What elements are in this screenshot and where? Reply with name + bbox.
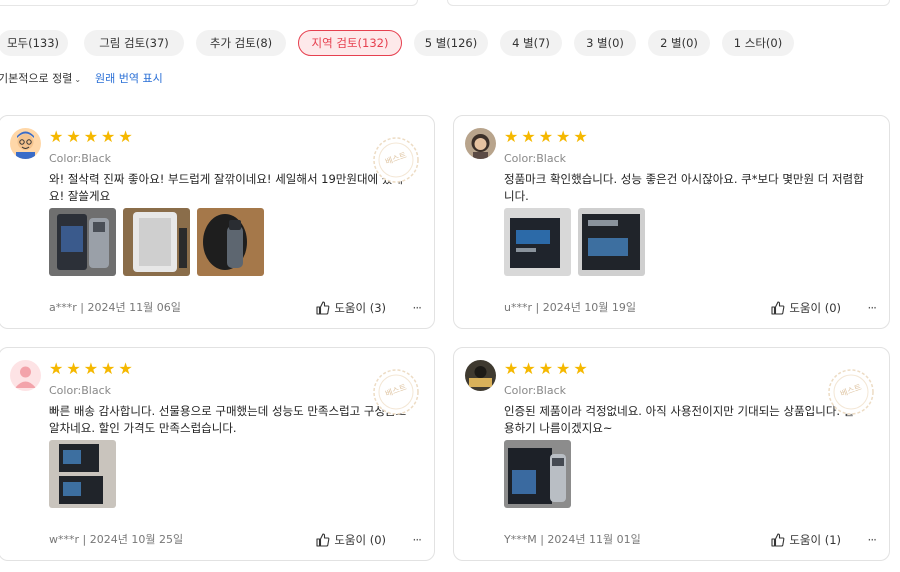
review-photos — [504, 440, 571, 508]
more-dots-icon[interactable]: ··· — [413, 301, 423, 315]
helpful-count: 도움이 (1) — [789, 533, 841, 547]
top-panels — [0, 0, 900, 8]
star-icon: ★ — [118, 359, 133, 378]
thumbs-up-icon — [771, 533, 785, 547]
more-dots-icon[interactable]: ··· — [413, 533, 423, 547]
thumbs-up-icon — [316, 301, 330, 315]
star-icon: ★ — [83, 127, 99, 146]
rating-stars: ★ ★ ★ ★ ★ — [49, 128, 133, 146]
review-text: 빠른 배송 감사합니다. 선물용으로 구매했는데 성능도 만족스럽고 구성품도 … — [49, 404, 407, 435]
product-variant: Color:Black — [49, 152, 111, 165]
helpful-count: 도움이 (3) — [334, 301, 386, 315]
top-panel-left — [0, 0, 418, 6]
review-meta: Y***M | 2024년 11월 01일 — [504, 533, 641, 546]
star-icon: ★ — [66, 127, 81, 146]
review-photos — [504, 208, 645, 276]
review-photos — [49, 440, 116, 508]
avatar — [10, 128, 41, 159]
review-card: ★ ★ ★ ★ ★ Color:Black 인증된 제품이라 걱정없네요. 아직… — [453, 347, 890, 561]
review-author: u***r — [504, 301, 532, 314]
helpful-button[interactable]: 도움이 (3) — [316, 300, 386, 316]
filter-additional-reviews[interactable]: 추가 검토(8) — [196, 30, 286, 56]
best-review-badge: 베스트 — [372, 368, 420, 416]
helpful-button[interactable]: 도움이 (0) — [771, 300, 841, 316]
filter-3-stars[interactable]: 3 별(0) — [574, 30, 636, 56]
review-text: 인증된 제품이라 걱정없네요. 아직 사용전이지만 기대되는 상품입니다. 활용… — [504, 404, 855, 435]
avatar — [465, 360, 496, 391]
star-icon: ★ — [521, 127, 536, 146]
review-photo[interactable] — [49, 208, 116, 276]
more-dots-icon[interactable]: ··· — [868, 533, 878, 547]
review-date: 2024년 11월 06일 — [87, 301, 181, 314]
star-icon: ★ — [538, 359, 554, 378]
star-icon: ★ — [66, 359, 81, 378]
review-text: 와! 절삭력 진짜 좋아요! 부드럽게 잘깎이네요! 세일해서 19만원대에 샀… — [49, 172, 403, 203]
review-photo[interactable] — [49, 440, 116, 508]
review-photo[interactable] — [578, 208, 645, 276]
review-date: 2024년 10월 19일 — [542, 301, 637, 314]
chevron-down-icon: ⌄ — [74, 75, 82, 84]
review-author: w***r — [49, 533, 80, 546]
review-date: 2024년 10월 25일 — [89, 533, 184, 546]
star-icon: ★ — [521, 359, 536, 378]
helpful-count: 도움이 (0) — [789, 301, 841, 315]
review-meta: w***r | 2024년 10월 25일 — [49, 533, 184, 546]
review-photo[interactable] — [123, 208, 190, 276]
helpful-button[interactable]: 도움이 (1) — [771, 532, 841, 548]
star-icon: ★ — [101, 127, 116, 146]
review-photo[interactable] — [504, 440, 571, 508]
review-photos — [49, 208, 264, 276]
more-dots-icon[interactable]: ··· — [868, 301, 878, 315]
review-photo[interactable] — [504, 208, 571, 276]
top-panel-right — [447, 0, 890, 6]
product-variant: Color:Black — [504, 152, 566, 165]
show-original-translation-link[interactable]: 원래 번역 표시 — [95, 70, 163, 86]
review-photo[interactable] — [197, 208, 264, 276]
thumbs-up-icon — [771, 301, 785, 315]
review-date: 2024년 11월 01일 — [547, 533, 641, 546]
review-card: ★ ★ ★ ★ ★ Color:Black 빠른 배송 감사합니다. 선물용으로… — [0, 347, 435, 561]
product-variant: Color:Black — [49, 384, 111, 397]
review-meta: u***r | 2024년 10월 19일 — [504, 301, 637, 314]
review-meta: a***r | 2024년 11월 06일 — [49, 301, 181, 314]
avatar — [10, 360, 41, 391]
helpful-count: 도움이 (0) — [334, 533, 386, 547]
filter-2-stars[interactable]: 2 별(0) — [648, 30, 710, 56]
filter-photo-reviews[interactable]: 그림 검토(37) — [84, 30, 184, 56]
best-review-badge: 베스트 — [827, 368, 875, 416]
star-icon: ★ — [538, 127, 554, 146]
avatar — [465, 128, 496, 159]
star-icon: ★ — [573, 359, 588, 378]
star-icon: ★ — [556, 359, 571, 378]
rating-stars: ★ ★ ★ ★ ★ — [49, 360, 133, 378]
review-card: ★ ★ ★ ★ ★ Color:Black 정품마크 확인했습니다. 성능 좋은… — [453, 115, 890, 329]
filter-5-stars[interactable]: 5 별(126) — [414, 30, 488, 56]
thumbs-up-icon — [316, 533, 330, 547]
product-variant: Color:Black — [504, 384, 566, 397]
review-author: Y***M — [504, 533, 537, 546]
sort-dropdown-label: 기본적으로 정렬 — [0, 72, 73, 85]
review-author: a***r — [49, 301, 77, 314]
star-icon: ★ — [49, 127, 64, 146]
sort-dropdown[interactable]: 기본적으로 정렬 ⌄ — [0, 70, 81, 86]
star-icon: ★ — [556, 127, 571, 146]
filter-local-reviews[interactable]: 지역 검토(132) — [298, 30, 402, 56]
rating-stars: ★ ★ ★ ★ ★ — [504, 360, 588, 378]
filter-1-star[interactable]: 1 스타(0) — [722, 30, 794, 56]
star-icon: ★ — [83, 359, 99, 378]
filter-4-stars[interactable]: 4 별(7) — [500, 30, 562, 56]
star-icon: ★ — [504, 127, 519, 146]
star-icon: ★ — [504, 359, 519, 378]
helpful-button[interactable]: 도움이 (0) — [316, 532, 386, 548]
rating-stars: ★ ★ ★ ★ ★ — [504, 128, 588, 146]
filter-all[interactable]: 모두(133) — [0, 30, 68, 56]
review-text: 정품마크 확인했습니다. 성능 좋은건 아시잖아요. 쿠*보다 몇만원 더 저렴… — [504, 172, 864, 203]
best-review-badge: 베스트 — [372, 136, 420, 184]
star-icon: ★ — [49, 359, 64, 378]
star-icon: ★ — [101, 359, 116, 378]
star-icon: ★ — [118, 127, 133, 146]
review-card: ★ ★ ★ ★ ★ Color:Black 와! 절삭력 진짜 좋아요! 부드럽… — [0, 115, 435, 329]
star-icon: ★ — [573, 127, 588, 146]
